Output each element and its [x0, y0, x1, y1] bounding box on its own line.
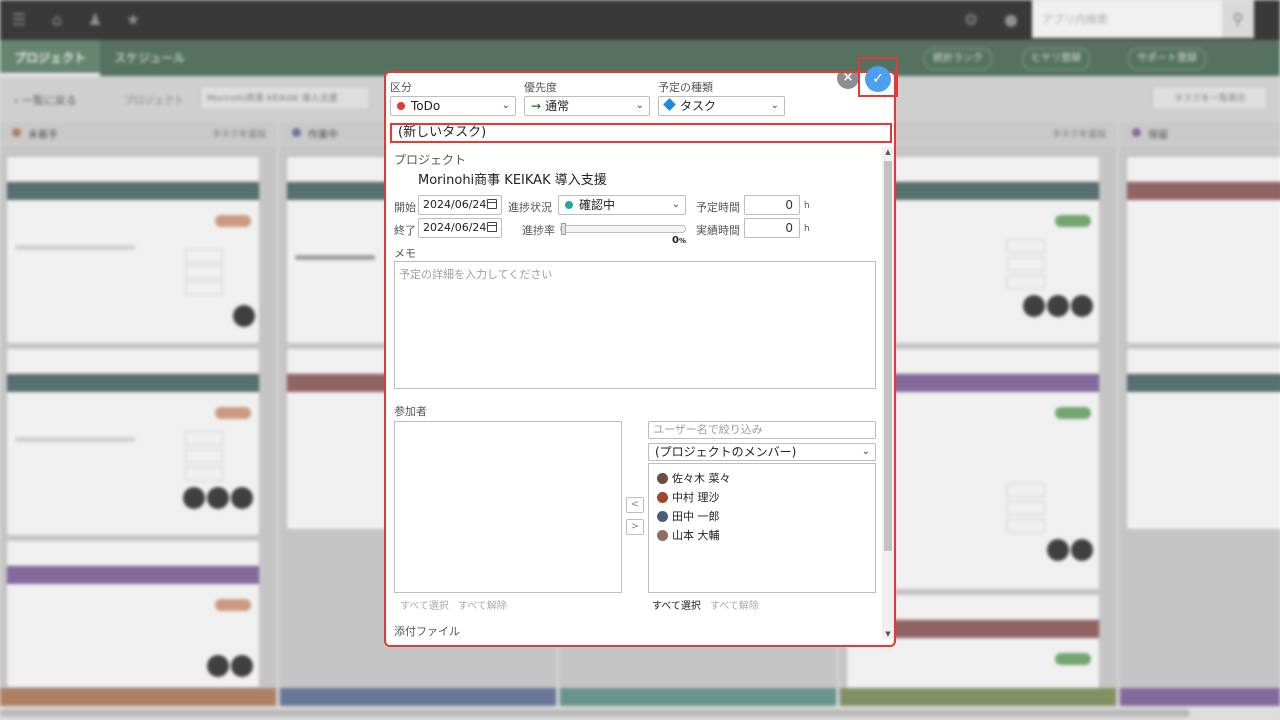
end-date-value: 2024/06/24	[423, 221, 487, 234]
list-item[interactable]: 中村 理沙	[657, 489, 720, 505]
title-input[interactable]: (新しいタスク)	[390, 123, 892, 143]
user-filter-input[interactable]: ユーザー名で絞り込み	[648, 421, 876, 439]
progress-rate-label: 進捗率	[522, 224, 555, 237]
kubun-select[interactable]: ToDo ⌄	[390, 96, 516, 116]
participants-list[interactable]	[394, 421, 622, 593]
project-name: Morinohi商事 KEIKAK 導入支援	[418, 173, 607, 188]
participants-deselect-all[interactable]: すべて解除	[458, 597, 507, 612]
list-item[interactable]: 山本 大輔	[657, 527, 720, 543]
list-item[interactable]: 田中 一郎	[657, 508, 720, 524]
priority-select[interactable]: → 通常 ⌄	[524, 96, 650, 116]
members-deselect-all[interactable]: すべて解除	[710, 597, 759, 612]
avatar	[657, 529, 668, 541]
dialog-body: プロジェクト Morinohi商事 KEIKAK 導入支援 開始 2024/06…	[386, 147, 894, 645]
planned-time-input[interactable]: 0	[744, 195, 800, 215]
progress-slider-handle[interactable]	[561, 223, 566, 235]
scroll-down-icon[interactable]: ▼	[882, 629, 894, 639]
close-button[interactable]: ×	[837, 73, 859, 89]
status-dot-icon	[565, 200, 573, 209]
end-date-field[interactable]: 2024/06/24	[418, 218, 502, 238]
memo-label: メモ	[394, 247, 416, 260]
project-label: プロジェクト	[394, 153, 467, 167]
kubun-label: 区分	[390, 81, 412, 94]
participants-select-all[interactable]: すべて選択	[400, 597, 449, 612]
calendar-icon[interactable]	[487, 222, 497, 232]
member-group-value: (プロジェクトのメンバー)	[655, 445, 797, 459]
calendar-icon[interactable]	[487, 199, 497, 209]
priority-value: 通常	[545, 99, 570, 113]
participants-label: 参加者	[394, 405, 427, 418]
member-group-select[interactable]: (プロジェクトのメンバー) ⌄	[648, 443, 876, 461]
avatar	[657, 472, 668, 484]
start-date-field[interactable]: 2024/06/24	[418, 195, 502, 215]
schedule-type-value: タスク	[680, 99, 717, 113]
start-label: 開始	[394, 201, 416, 214]
avatar	[657, 491, 668, 503]
chevron-down-icon: ⌄	[770, 100, 779, 111]
chevron-down-icon: ⌄	[501, 100, 510, 111]
scroll-up-icon[interactable]: ▲	[882, 147, 894, 157]
progress-slider[interactable]	[560, 223, 686, 235]
end-label: 終了	[394, 224, 416, 237]
actual-time-label: 実績時間	[696, 224, 740, 237]
status-value: 確認中	[579, 198, 616, 212]
progress-status-label: 進捗状況	[508, 201, 552, 214]
memo-textarea[interactable]: 予定の詳細を入力してください	[394, 261, 876, 389]
schedule-type-label: 予定の種類	[658, 81, 713, 94]
move-left-button[interactable]: <	[626, 497, 644, 513]
todo-dot-icon	[397, 101, 405, 110]
kubun-value: ToDo	[411, 99, 441, 113]
start-date-value: 2024/06/24	[423, 198, 487, 211]
planned-hour-unit: h	[804, 201, 810, 211]
cube-icon	[663, 98, 676, 111]
list-item[interactable]: 佐々木 菜々	[657, 470, 731, 486]
priority-label: 優先度	[524, 81, 557, 94]
progress-status-select[interactable]: 確認中 ⌄	[558, 195, 686, 215]
attachments-label: 添付ファイル	[394, 625, 460, 638]
chevron-down-icon: ⌄	[671, 199, 680, 210]
confirm-button[interactable]: ✓	[865, 66, 891, 92]
member-list[interactable]: 佐々木 菜々 中村 理沙 田中 一郎 山本 大輔	[648, 463, 876, 593]
progress-value: 0%	[672, 235, 686, 246]
planned-time-label: 予定時間	[696, 201, 740, 214]
task-edit-dialog: 区分 ToDo ⌄ 優先度 → 通常 ⌄ 予定の種類 タスク ⌄ × (新しいタス…	[384, 71, 896, 647]
actual-time-input[interactable]: 0	[744, 218, 800, 238]
arrow-right-icon: →	[531, 99, 542, 113]
chevron-down-icon: ⌄	[861, 446, 870, 457]
actual-hour-unit: h	[804, 224, 810, 234]
move-right-button[interactable]: >	[626, 519, 644, 535]
schedule-type-select[interactable]: タスク ⌄	[658, 96, 785, 116]
dialog-scrollbar[interactable]: ▲ ▼	[882, 147, 894, 639]
members-select-all[interactable]: すべて選択	[652, 597, 701, 612]
chevron-down-icon: ⌄	[635, 100, 644, 111]
avatar	[657, 510, 668, 522]
